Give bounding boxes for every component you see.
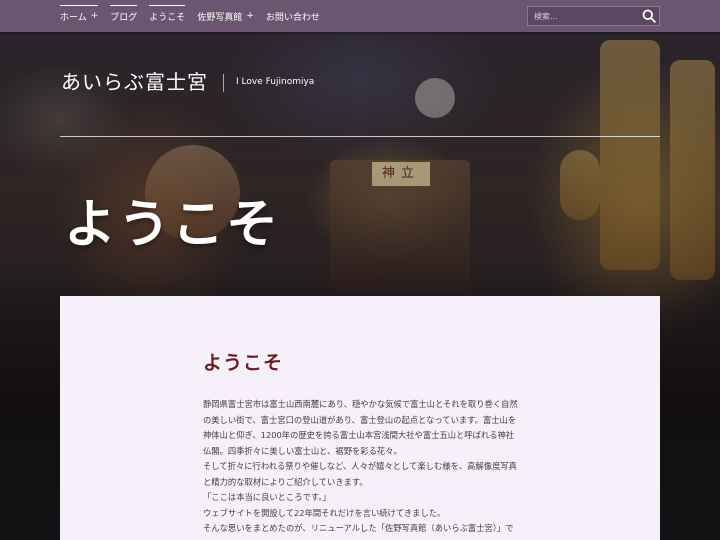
site-tagline: I Love Fujinomiya (236, 77, 315, 87)
content-paragraph: ウェブサイトを開設して22年間それだけを言い続けてきました。 (203, 507, 446, 518)
nav-item-blog[interactable]: ブログ (110, 0, 138, 32)
nav-item-contact[interactable]: お問い合わせ (266, 0, 320, 32)
main-nav: ホーム + ブログ ようこそ 佐野写真館 + お問い合わせ (60, 0, 332, 32)
content-paragraph: そして折々に行われる祭りや催しなど、人々が嬉々として楽しむ様を、高解像度写真と精… (203, 461, 517, 487)
site-title[interactable]: あいらぶ富士宮 (61, 66, 208, 95)
submenu-plus-icon: + (246, 11, 254, 21)
content-title: ようこそ (203, 352, 284, 374)
nav-item-label: お問い合わせ (265, 12, 320, 23)
content-paragraph: 静岡県富士宮市は富士山西南麓にあり、穏やかな気候で富士山とそれを取り巻く自然の美… (203, 399, 518, 456)
nav-item-home[interactable]: ホーム + (60, 0, 99, 32)
search-input[interactable] (528, 6, 639, 26)
content-paragraph: 「ここは本当に良いところです。」 (203, 492, 331, 502)
content-body: 静岡県富士宮市は富士山西南麓にあり、穏やかな気候で富士山とそれを取り巻く自然の美… (203, 397, 521, 540)
nav-item-welcome[interactable]: ようこそ (149, 0, 186, 32)
submenu-plus-icon: + (90, 11, 99, 21)
page: 神立 ホーム + ブログ ようこそ 佐野写真館 + お問い合わせ (0, 0, 720, 540)
nav-item-label: ようこそ (149, 12, 186, 23)
nav-item-label: ブログ (110, 12, 138, 23)
top-navigation-bar: ホーム + ブログ ようこそ 佐野写真館 + お問い合わせ (0, 0, 720, 32)
content-paragraph: そんな思いをまとめたのが、リニューアルした「佐野写真館（あいらぶ富士宮）」です。 (203, 523, 514, 540)
header-divider (60, 136, 660, 137)
search-icon (642, 9, 656, 23)
search-box (527, 6, 660, 26)
content-card: ようこそ 静岡県富士宮市は富士山西南麓にあり、穏やかな気候で富士山とそれを取り巻… (60, 296, 660, 540)
search-button[interactable] (639, 7, 659, 25)
hero-page-heading: ようこそ (64, 195, 281, 255)
nav-item-label: 佐野写真館 (197, 12, 243, 23)
nav-item-label: ホーム (60, 12, 87, 23)
title-separator (223, 74, 224, 92)
nav-item-sano-photo-studio[interactable]: 佐野写真館 + (197, 0, 254, 32)
